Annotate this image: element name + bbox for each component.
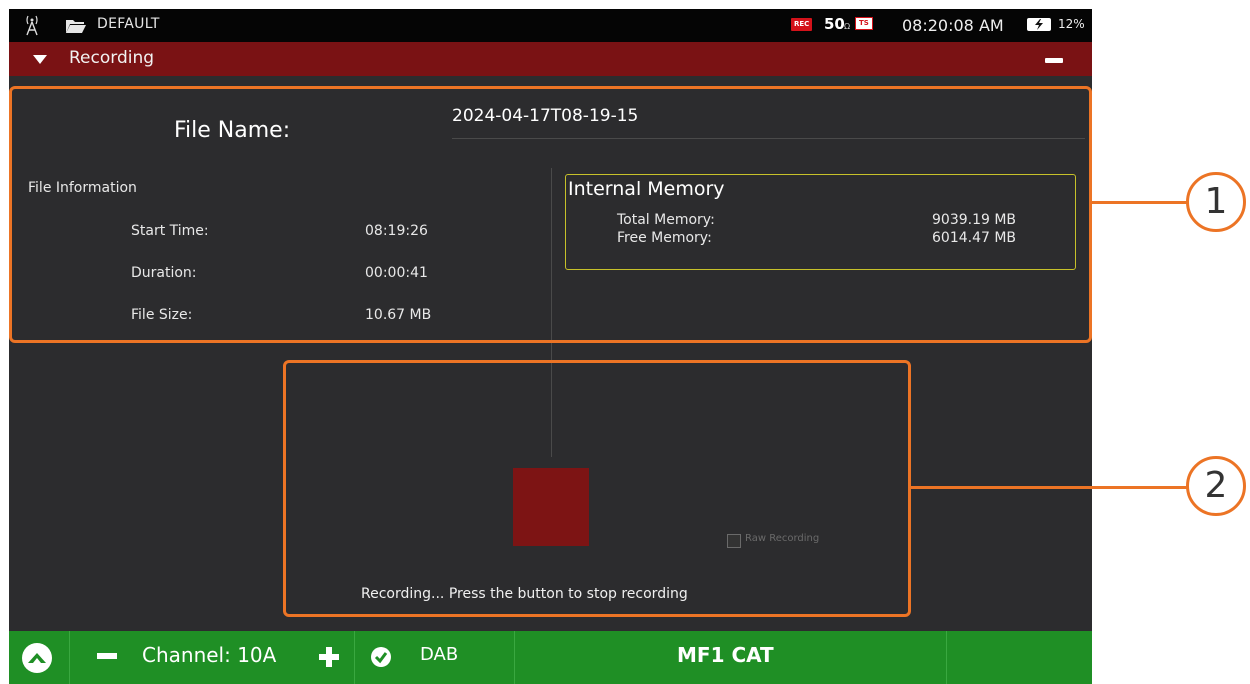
- profile-name[interactable]: DEFAULT: [97, 16, 160, 32]
- separator: [69, 631, 70, 684]
- panel-title-bar[interactable]: Recording: [9, 42, 1092, 76]
- rec-badge: REC: [791, 18, 813, 31]
- frame-rate-suffix: Ω: [844, 22, 851, 31]
- separator: [946, 631, 947, 684]
- separator: [514, 631, 515, 684]
- home-logo-icon[interactable]: [22, 643, 52, 673]
- callout-line-2: [911, 486, 1188, 489]
- highlight-box-2: [283, 360, 911, 617]
- folder-icon[interactable]: [65, 18, 87, 34]
- callout-circle-2: 2: [1186, 456, 1246, 516]
- antenna-icon: [26, 15, 38, 36]
- collapse-triangle-icon[interactable]: [33, 55, 47, 64]
- callout-line-1: [1092, 201, 1188, 204]
- lock-check-icon: [371, 647, 391, 667]
- panel-title: Recording: [69, 48, 155, 68]
- measure-profile-label[interactable]: MF1 CAT: [677, 643, 774, 667]
- status-bar: DEFAULT REC 50 Ω TS 08:20:08 AM 12%: [9, 9, 1092, 42]
- frame-rate: 50: [824, 15, 845, 33]
- callout-circle-1: 1: [1186, 172, 1246, 232]
- ts-badge: TS: [855, 17, 873, 30]
- bottom-bar: Channel: 10A DAB MF1 CAT: [9, 631, 1092, 684]
- separator: [354, 631, 355, 684]
- battery-percent: 12%: [1058, 17, 1085, 31]
- channel-up-button[interactable]: [317, 645, 341, 669]
- minimize-button[interactable]: [1045, 58, 1063, 63]
- channel-label[interactable]: Channel: 10A: [142, 643, 276, 667]
- battery-icon: [1027, 18, 1051, 31]
- clock: 08:20:08 AM: [902, 16, 1004, 35]
- channel-down-button[interactable]: [97, 653, 117, 659]
- standard-label[interactable]: DAB: [420, 644, 458, 665]
- highlight-box-1: [9, 86, 1092, 343]
